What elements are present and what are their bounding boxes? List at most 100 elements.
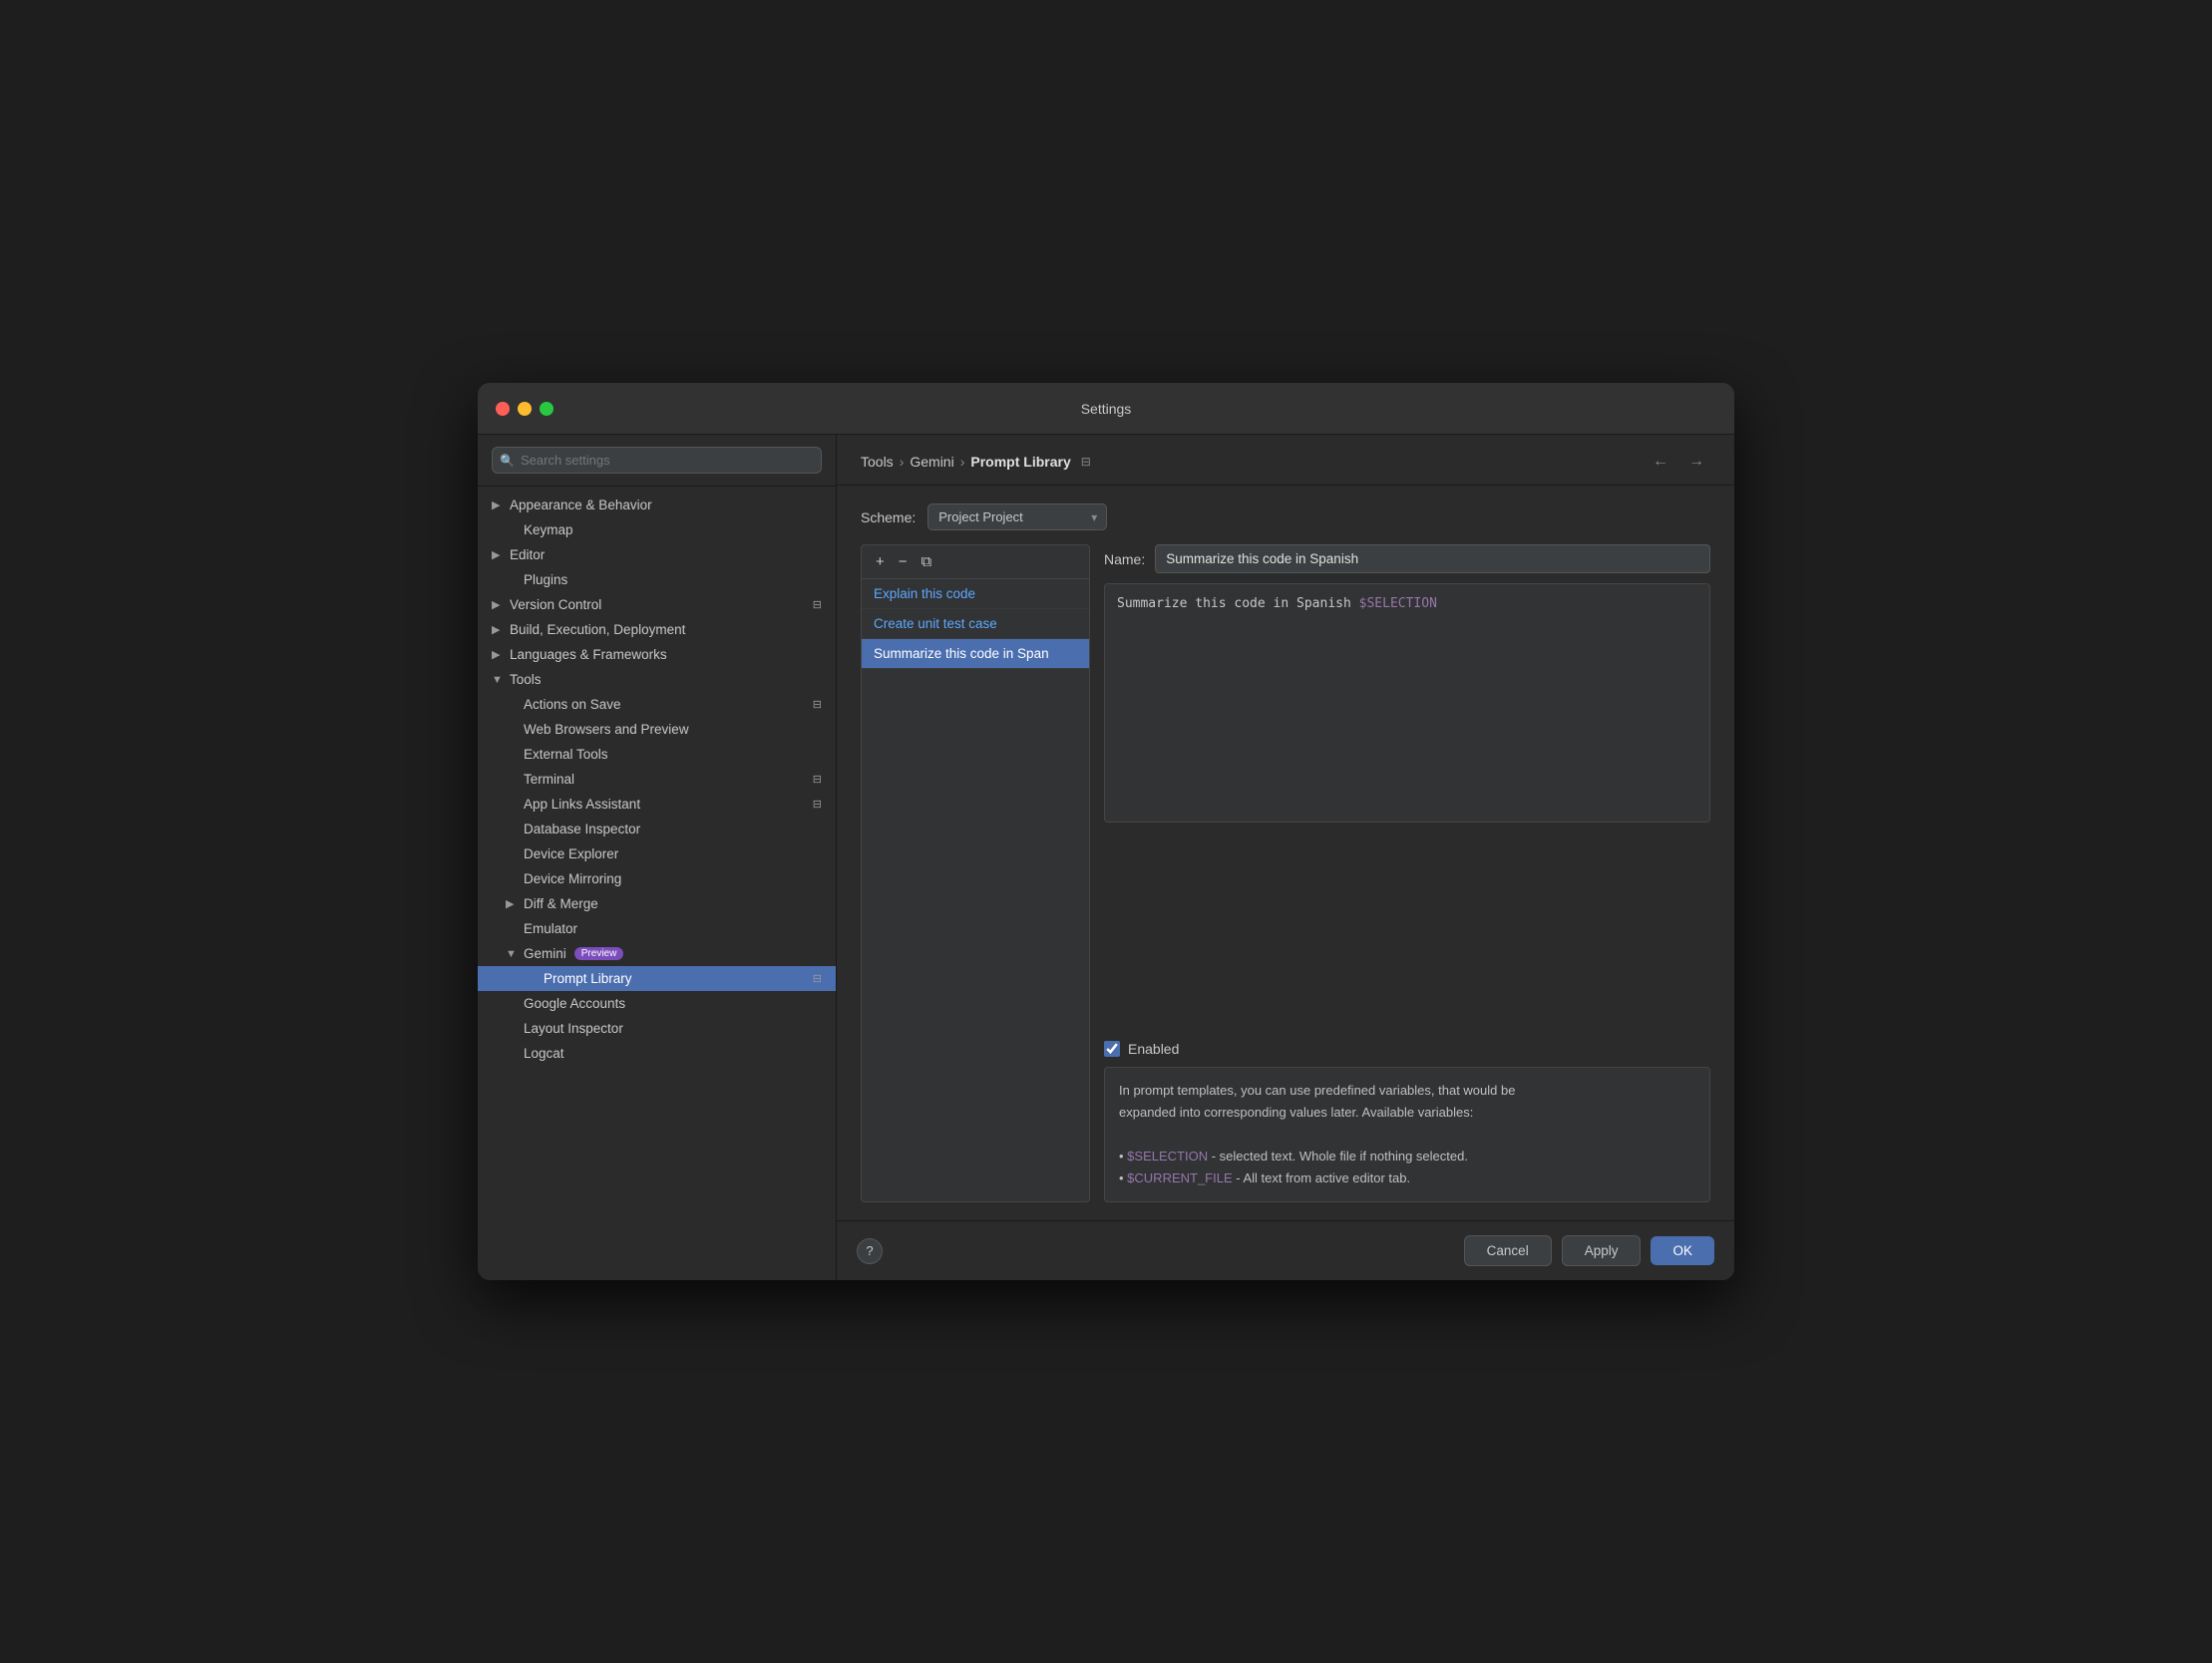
nav-back-button[interactable]: ← [1647, 451, 1674, 473]
sidebar-item-label: Gemini [524, 946, 566, 961]
sidebar-item-build[interactable]: ▶ Build, Execution, Deployment [478, 617, 836, 642]
sidebar-item-label: Logcat [524, 1046, 564, 1061]
prompt-item-label: Create unit test case [874, 616, 997, 631]
sidebar-item-label: Layout Inspector [524, 1021, 623, 1036]
sidebar-item-label: Tools [510, 672, 542, 687]
sidebar-item-database-inspector[interactable]: Database Inspector [478, 817, 836, 841]
chevron-icon: ▶ [492, 499, 506, 511]
prompt-text: Summarize this code in Spanish [1117, 596, 1359, 611]
page-icon: ⊟ [813, 698, 822, 711]
sidebar-item-tools[interactable]: ▼ Tools [478, 667, 836, 692]
sidebar-item-appearance[interactable]: ▶ Appearance & Behavior [478, 493, 836, 517]
cancel-button[interactable]: Cancel [1464, 1235, 1552, 1266]
sidebar-item-logcat[interactable]: Logcat [478, 1041, 836, 1066]
sidebar-item-layout-inspector[interactable]: Layout Inspector [478, 1016, 836, 1041]
content-body: Scheme: Project Project + − ⧉ [837, 486, 1734, 1220]
scheme-label: Scheme: [861, 509, 916, 525]
footer: ? Cancel Apply OK [837, 1220, 1734, 1280]
info-text-intro: In prompt templates, you can use predefi… [1119, 1083, 1515, 1120]
sidebar-item-version-control[interactable]: ▶ Version Control ⊟ [478, 592, 836, 617]
apply-button[interactable]: Apply [1562, 1235, 1642, 1266]
selection-var: $SELECTION [1359, 596, 1437, 611]
breadcrumb-sep1: › [900, 454, 905, 470]
preview-badge: Preview [574, 947, 624, 960]
sidebar-item-languages[interactable]: ▶ Languages & Frameworks [478, 642, 836, 667]
selection-var-name: $SELECTION [1127, 1149, 1208, 1164]
sidebar-item-device-explorer[interactable]: Device Explorer [478, 841, 836, 866]
sidebar-item-editor[interactable]: ▶ Editor [478, 542, 836, 567]
sidebar-item-label: Emulator [524, 921, 577, 936]
help-button[interactable]: ? [857, 1238, 883, 1264]
sidebar-item-label: Diff & Merge [524, 896, 598, 911]
breadcrumb: Tools › Gemini › Prompt Library ⊟ [861, 454, 1091, 470]
sidebar-item-label: Appearance & Behavior [510, 498, 652, 512]
prompt-list: Explain this code Create unit test case … [862, 579, 1089, 1201]
sidebar-item-actions-on-save[interactable]: Actions on Save ⊟ [478, 692, 836, 717]
close-button[interactable] [496, 402, 510, 416]
prompt-details: Name: Summarize this code in Spanish $SE… [1104, 544, 1710, 1202]
nav-forward-button[interactable]: → [1682, 451, 1710, 473]
window-title: Settings [1081, 401, 1132, 417]
sidebar-item-device-mirroring[interactable]: Device Mirroring [478, 866, 836, 891]
sidebar-item-label: External Tools [524, 747, 608, 762]
info-text-vars: • $SELECTION - selected text. Whole file… [1119, 1149, 1468, 1185]
sidebar-item-label: Device Mirroring [524, 871, 621, 886]
chevron-open-icon: ▼ [492, 674, 506, 686]
prompt-item-summarize[interactable]: Summarize this code in Span [862, 639, 1089, 669]
name-input[interactable] [1155, 544, 1710, 573]
sidebar-item-label: Build, Execution, Deployment [510, 622, 685, 637]
sidebar-item-label: App Links Assistant [524, 797, 640, 812]
prompt-item-unit-test[interactable]: Create unit test case [862, 609, 1089, 639]
chevron-icon: ▶ [506, 897, 520, 910]
breadcrumb-part2: Gemini [910, 454, 953, 470]
sidebar-tree: ▶ Appearance & Behavior Keymap ▶ Editor … [478, 487, 836, 1280]
breadcrumb-part1: Tools [861, 454, 894, 470]
scheme-select-wrapper: Project Project [927, 503, 1107, 530]
enabled-checkbox[interactable] [1104, 1041, 1120, 1057]
sidebar-item-prompt-library[interactable]: Prompt Library ⊟ [478, 966, 836, 991]
sidebar-item-label: Actions on Save [524, 697, 621, 712]
breadcrumb-icon: ⊟ [1081, 455, 1091, 469]
page-icon: ⊟ [813, 798, 822, 811]
minimize-button[interactable] [518, 402, 532, 416]
name-label: Name: [1104, 551, 1145, 567]
chevron-icon: ▶ [492, 598, 506, 611]
sidebar-item-google-accounts[interactable]: Google Accounts [478, 991, 836, 1016]
breadcrumb-current: Prompt Library [970, 454, 1070, 470]
prompt-item-label: Summarize this code in Span [874, 646, 1049, 661]
copy-prompt-button[interactable]: ⧉ [916, 551, 938, 572]
sidebar-item-emulator[interactable]: Emulator [478, 916, 836, 941]
sidebar-item-keymap[interactable]: Keymap [478, 517, 836, 542]
prompt-list-panel: + − ⧉ Explain this code Create unit test… [861, 544, 1090, 1202]
sidebar-item-plugins[interactable]: Plugins [478, 567, 836, 592]
chevron-icon: ▶ [492, 648, 506, 661]
sidebar-item-app-links[interactable]: App Links Assistant ⊟ [478, 792, 836, 817]
traffic-lights [496, 402, 553, 416]
search-input[interactable] [492, 447, 822, 474]
sidebar-item-label: Google Accounts [524, 996, 625, 1011]
search-container: 🔍 [478, 435, 836, 487]
main-content: 🔍 ▶ Appearance & Behavior Keymap ▶ [478, 435, 1734, 1280]
chevron-icon: ▶ [492, 623, 506, 636]
sidebar-item-terminal[interactable]: Terminal ⊟ [478, 767, 836, 792]
breadcrumb-sep2: › [960, 454, 965, 470]
content-header: Tools › Gemini › Prompt Library ⊟ ← → [837, 435, 1734, 486]
remove-prompt-button[interactable]: − [893, 551, 914, 572]
maximize-button[interactable] [540, 402, 553, 416]
sidebar-item-label: Device Explorer [524, 846, 618, 861]
sidebar-item-external-tools[interactable]: External Tools [478, 742, 836, 767]
sidebar-item-label: Plugins [524, 572, 567, 587]
page-icon: ⊟ [813, 972, 822, 985]
add-prompt-button[interactable]: + [870, 551, 891, 572]
sidebar-item-gemini[interactable]: ▼ Gemini Preview [478, 941, 836, 966]
sidebar-item-web-browsers[interactable]: Web Browsers and Preview [478, 717, 836, 742]
sidebar-item-label: Database Inspector [524, 822, 640, 836]
page-icon: ⊟ [813, 773, 822, 786]
prompt-item-explain[interactable]: Explain this code [862, 579, 1089, 609]
scheme-select[interactable]: Project Project [927, 503, 1107, 530]
ok-button[interactable]: OK [1651, 1236, 1714, 1265]
settings-window: Settings 🔍 ▶ Appearance & Behavior [478, 383, 1734, 1280]
prompt-editor: + − ⧉ Explain this code Create unit test… [861, 544, 1710, 1202]
sidebar-item-label: Version Control [510, 597, 601, 612]
sidebar-item-diff-merge[interactable]: ▶ Diff & Merge [478, 891, 836, 916]
